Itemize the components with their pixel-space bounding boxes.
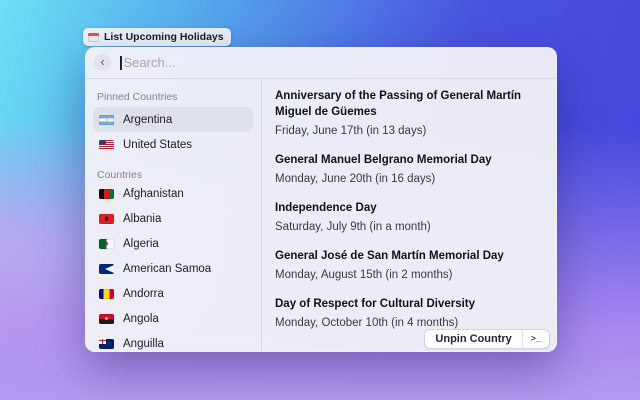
sidebar-item-afghanistan[interactable]: Afghanistan	[93, 181, 253, 206]
sidebar-item-label: American Samoa	[123, 263, 211, 275]
holiday-title: General Manuel Belgrano Memorial Day	[275, 152, 545, 168]
command-chip-label: List Upcoming Holidays	[104, 31, 224, 43]
holiday-title: Day of Respect for Cultural Diversity	[275, 296, 545, 312]
sidebar-item-label: Albania	[123, 213, 161, 225]
sidebar-item-american-samoa[interactable]: American Samoa	[93, 256, 253, 281]
search-bar: ‹ Search...	[85, 47, 557, 79]
sidebar-item-andorra[interactable]: Andorra	[93, 281, 253, 306]
back-button[interactable]: ‹	[94, 54, 111, 71]
unpin-country-button[interactable]: Unpin Country	[425, 330, 522, 348]
sidebar-item-angola[interactable]: Angola	[93, 306, 253, 331]
holiday-entry: General Manuel Belgrano Memorial Day Mon…	[275, 152, 545, 187]
holiday-entry: Independence Day Saturday, July 9th (in …	[275, 200, 545, 235]
holiday-title: Anniversary of the Passing of General Ma…	[275, 88, 545, 120]
holiday-date: Monday, August 15th (in 2 months)	[275, 268, 545, 283]
action-buttons: Unpin Country >_	[424, 329, 550, 349]
sidebar-item-united-states[interactable]: United States	[93, 132, 253, 157]
sidebar-item-label: Anguilla	[123, 338, 164, 350]
window-body: Pinned Countries Argentina United States…	[85, 79, 557, 352]
sidebar-item-algeria[interactable]: Algeria	[93, 231, 253, 256]
holiday-entry: Day of Respect for Cultural Diversity Mo…	[275, 296, 545, 331]
american-samoa-flag-icon	[99, 264, 114, 274]
holiday-title: Independence Day	[275, 200, 545, 216]
afghanistan-flag-icon	[99, 189, 114, 199]
sidebar-item-albania[interactable]: Albania	[93, 206, 253, 231]
sidebar-item-label: Argentina	[123, 114, 172, 126]
holiday-date: Monday, June 20th (in 16 days)	[275, 172, 545, 187]
chevron-left-icon: ‹	[100, 55, 104, 68]
section-label-countries: Countries	[93, 163, 253, 181]
angola-flag-icon	[99, 314, 114, 324]
united-states-flag-icon	[99, 140, 114, 150]
launcher-window: ‹ Search... Pinned Countries Argentina U…	[85, 47, 557, 352]
country-sidebar: Pinned Countries Argentina United States…	[85, 79, 262, 352]
holiday-entry: Anniversary of the Passing of General Ma…	[275, 88, 545, 139]
terminal-prompt-icon[interactable]: >_	[523, 330, 549, 348]
holiday-list: Anniversary of the Passing of General Ma…	[262, 79, 557, 352]
desktop-background: List Upcoming Holidays ‹ Search... Pinne…	[0, 0, 640, 400]
search-input[interactable]: Search...	[124, 55, 176, 70]
sidebar-item-label: Angola	[123, 313, 159, 325]
albania-flag-icon	[99, 214, 114, 224]
anguilla-flag-icon	[99, 339, 114, 349]
andorra-flag-icon	[99, 289, 114, 299]
holiday-entry: General José de San Martín Memorial Day …	[275, 248, 545, 283]
holiday-date: Friday, June 17th (in 13 days)	[275, 124, 545, 139]
holiday-date: Saturday, July 9th (in a month)	[275, 220, 545, 235]
sidebar-item-anguilla[interactable]: Anguilla	[93, 331, 253, 352]
sidebar-item-label: Andorra	[123, 288, 164, 300]
text-caret	[120, 56, 122, 70]
sidebar-item-argentina[interactable]: Argentina	[93, 107, 253, 132]
sidebar-item-label: Afghanistan	[123, 188, 184, 200]
holiday-title: General José de San Martín Memorial Day	[275, 248, 545, 264]
argentina-flag-icon	[99, 115, 114, 125]
sidebar-item-label: Algeria	[123, 238, 159, 250]
sidebar-item-label: United States	[123, 139, 192, 151]
command-chip[interactable]: List Upcoming Holidays	[83, 28, 231, 46]
section-label-pinned: Pinned Countries	[93, 85, 253, 103]
algeria-flag-icon	[99, 239, 114, 249]
calendar-icon	[88, 33, 99, 42]
